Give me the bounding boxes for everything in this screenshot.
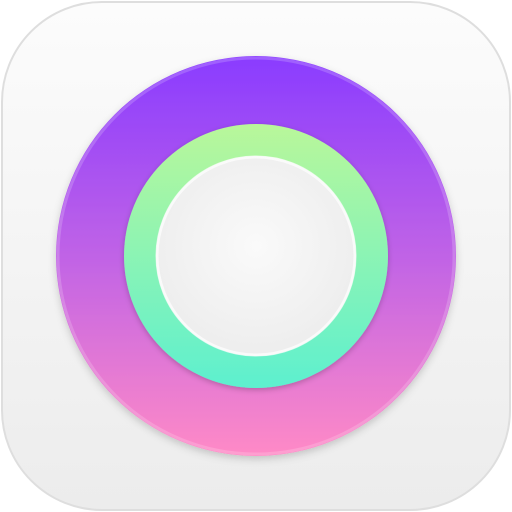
app-icon-canvas bbox=[0, 0, 512, 512]
app-icon bbox=[1, 1, 511, 511]
